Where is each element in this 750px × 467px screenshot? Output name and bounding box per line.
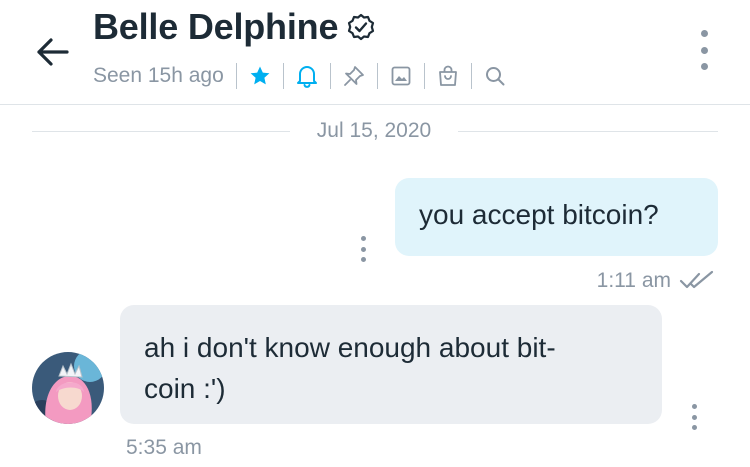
sent-message-bubble[interactable]: you accept bitcoin?: [395, 178, 718, 256]
received-message-bubble[interactable]: ah i don't know enough about bit- coin :…: [120, 305, 662, 424]
dot: [360, 257, 366, 262]
message-options-button[interactable]: [357, 236, 369, 262]
dot: [700, 30, 708, 37]
message-options-button[interactable]: [688, 404, 700, 430]
pin-icon[interactable]: [331, 60, 377, 92]
divider-line: [32, 131, 290, 132]
double-check-icon: [679, 270, 714, 289]
star-icon[interactable]: [237, 60, 283, 92]
bell-icon[interactable]: [284, 60, 330, 92]
contact-name[interactable]: Belle Delphine: [93, 6, 338, 48]
search-icon[interactable]: [472, 60, 518, 92]
dot: [700, 63, 708, 70]
more-options-button[interactable]: [690, 30, 718, 70]
dot: [691, 414, 697, 420]
received-message-text: ah i don't know enough about bit- coin :…: [144, 332, 556, 404]
date-divider: Jul 15, 2020: [316, 119, 432, 142]
verified-badge-icon: [346, 12, 376, 42]
chat-header: Belle Delphine Seen 15h ago: [0, 0, 750, 105]
image-icon[interactable]: [378, 60, 424, 92]
dot: [691, 425, 697, 430]
arrow-left-icon: [37, 38, 69, 66]
shopping-bag-icon[interactable]: [425, 60, 471, 92]
message-time: 5:35 am: [126, 436, 202, 459]
divider-line: [458, 131, 718, 132]
chat-screen: Belle Delphine Seen 15h ago Jul 15, 2020…: [0, 0, 750, 467]
message-time: 1:11 am: [596, 269, 671, 292]
dot: [691, 404, 697, 409]
sent-message-meta: 1:11 am: [560, 266, 715, 296]
avatar[interactable]: [32, 352, 104, 424]
last-seen-status: Seen 15h ago: [93, 64, 224, 87]
dot: [700, 46, 708, 54]
dot: [360, 236, 366, 241]
contact-title-row: Belle Delphine: [93, 6, 376, 48]
dot: [360, 246, 366, 252]
back-button[interactable]: [30, 30, 74, 74]
header-toolbar: Seen 15h ago: [93, 60, 518, 92]
